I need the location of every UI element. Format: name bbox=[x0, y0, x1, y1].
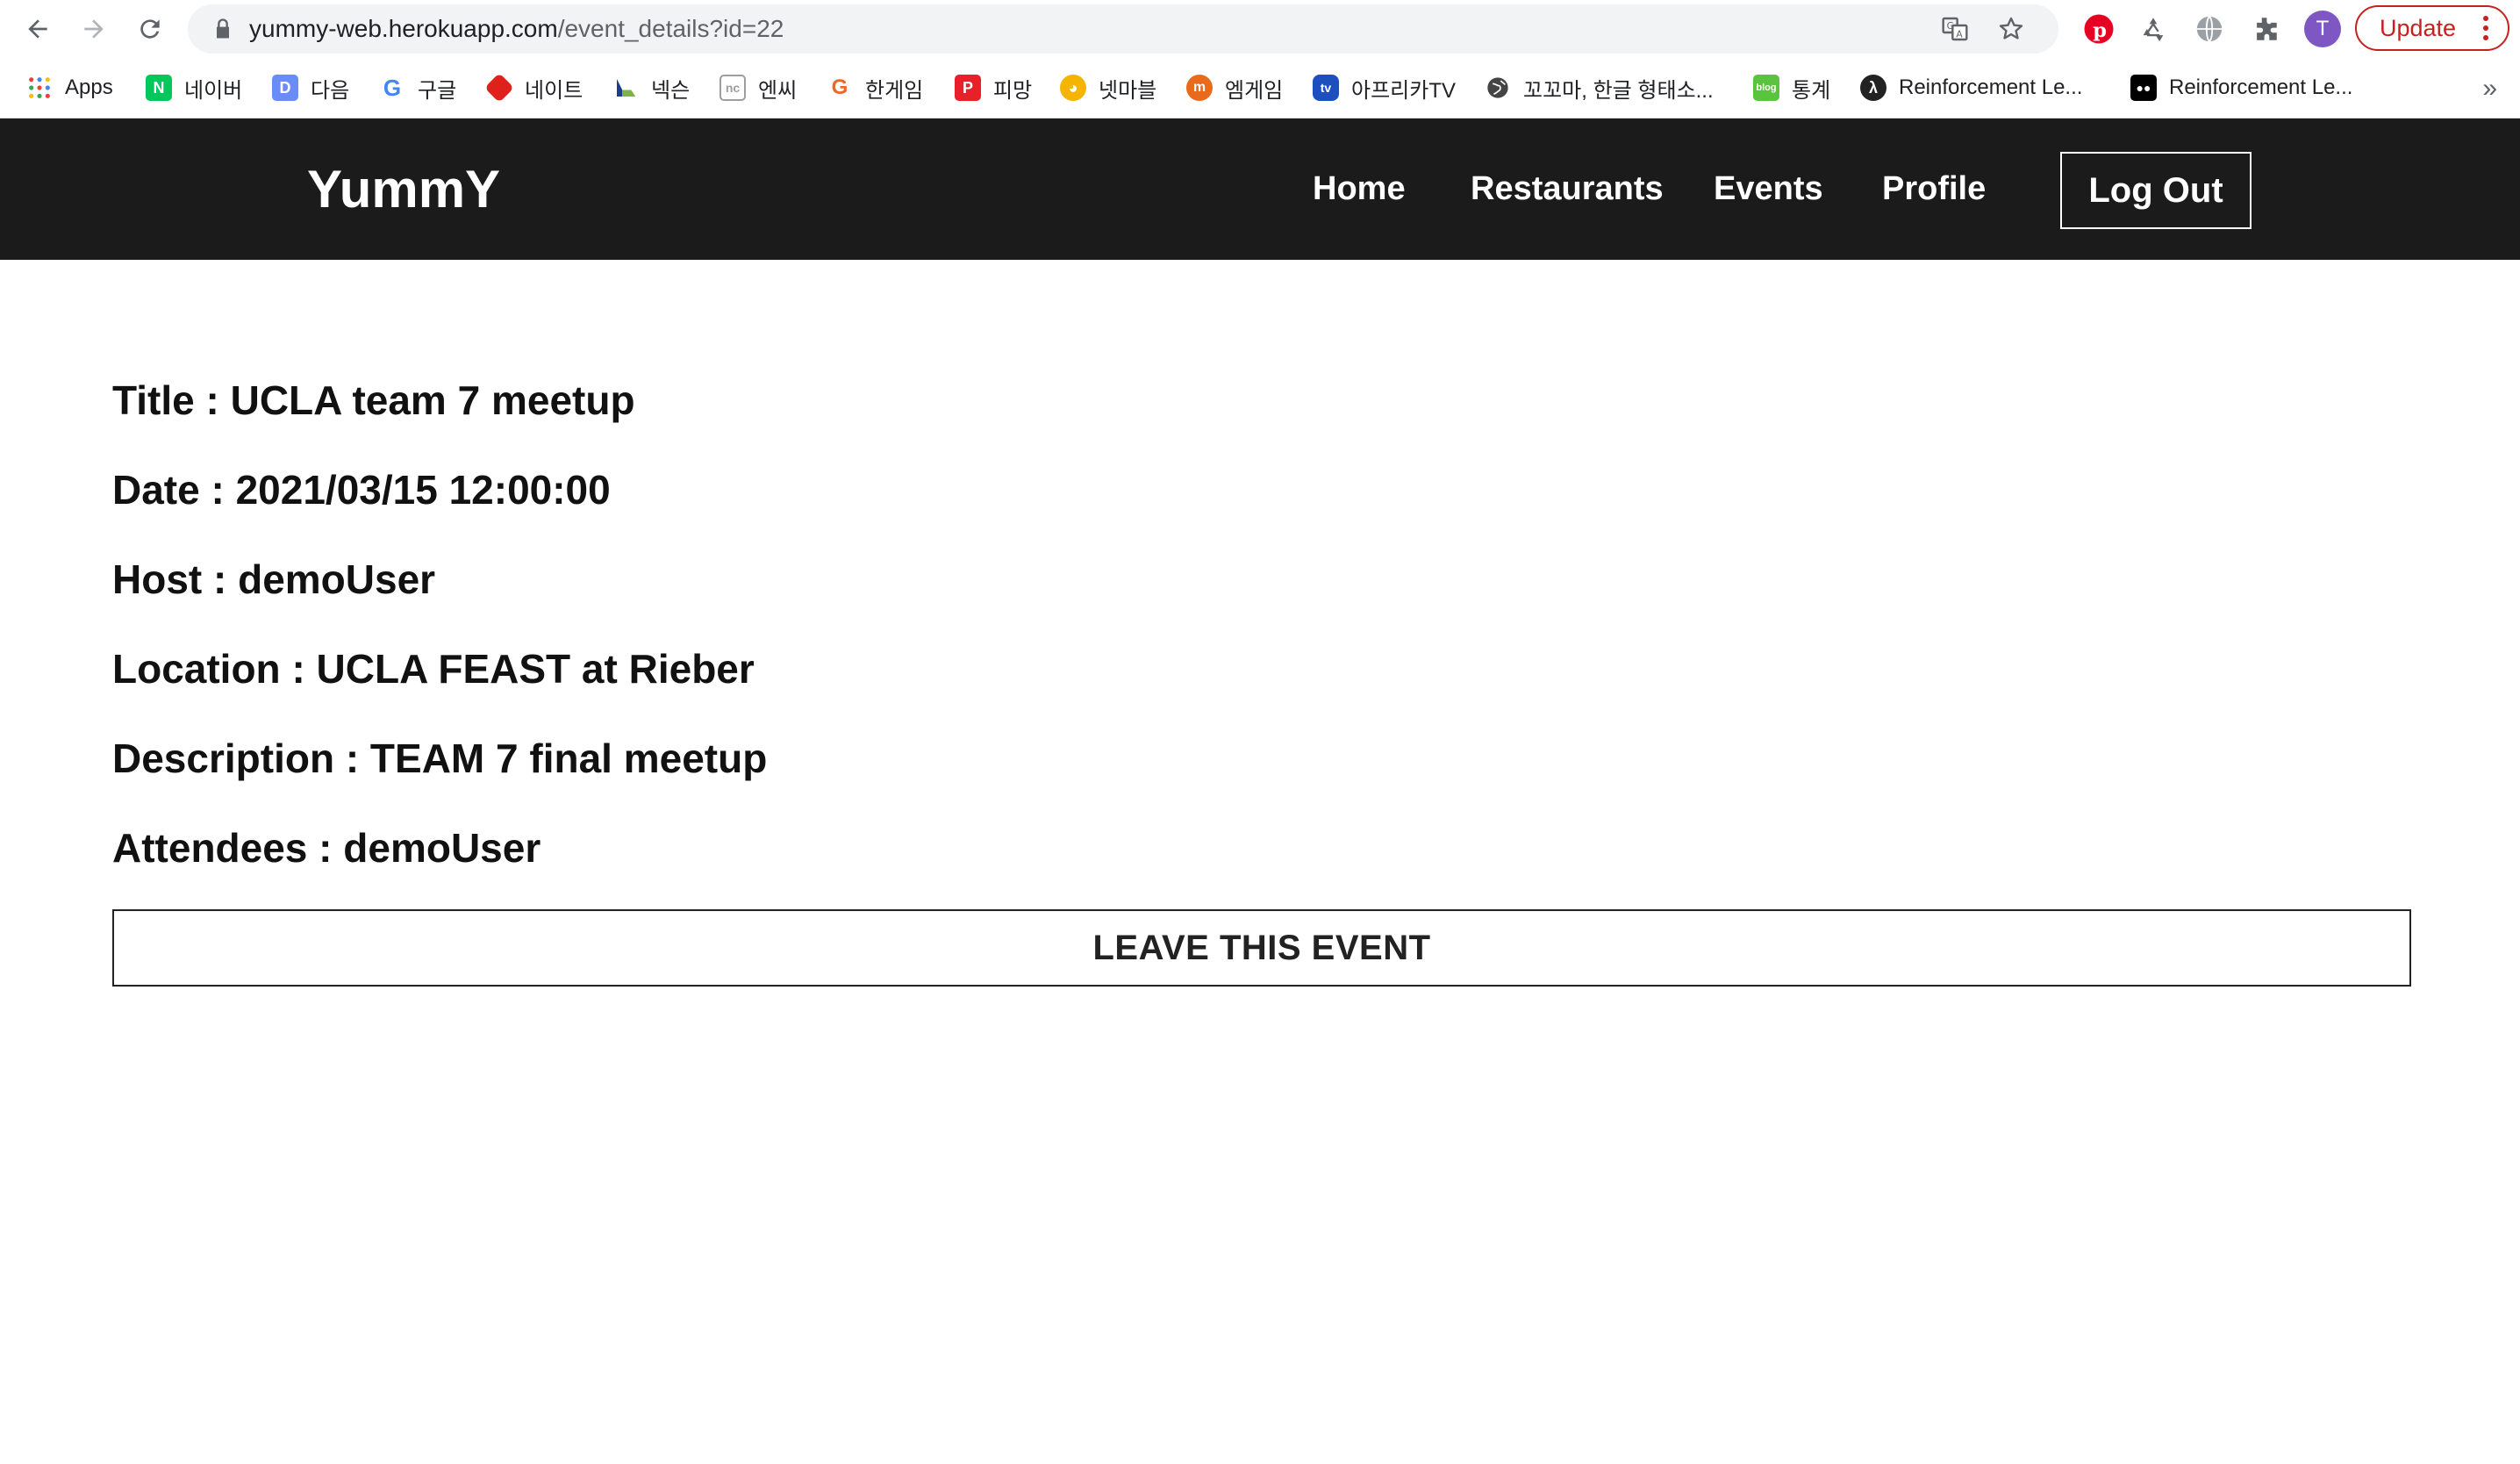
bookmark-netmarble[interactable]: ◕ 넷마블 bbox=[1060, 58, 1156, 118]
bookmark-nexon[interactable]: 넥슨 bbox=[612, 58, 690, 118]
site-brand[interactable]: YummY bbox=[307, 118, 500, 260]
netmarble-icon: ◕ bbox=[1060, 75, 1086, 101]
url-host: yummy-web.herokuapp.com bbox=[249, 15, 558, 42]
bookmark-label: 엠게임 bbox=[1225, 78, 1284, 103]
event-host: Host : demoUser bbox=[112, 556, 436, 602]
back-button[interactable] bbox=[18, 9, 58, 49]
bookmarks-bar: Apps N 네이버 D 다음 G 구글 네이트 넥슨 nc 엔씨 G 한게임 … bbox=[0, 58, 2520, 118]
forward-button[interactable] bbox=[74, 9, 114, 49]
pmang-icon: P bbox=[955, 75, 981, 101]
bookmark-nate[interactable]: 네이트 bbox=[484, 58, 583, 118]
url-text: yummy-web.herokuapp.com/event_details?id… bbox=[249, 4, 784, 54]
translate-icon[interactable]: GA bbox=[1941, 15, 1969, 43]
bookmark-label: 한게임 bbox=[865, 78, 924, 103]
logout-button[interactable]: Log Out bbox=[2060, 152, 2252, 229]
event-attendees: Attendees : demoUser bbox=[112, 825, 541, 871]
bookmark-rl-1[interactable]: λ Reinforcement Le... bbox=[1860, 58, 2082, 118]
bookmarks-overflow-icon[interactable]: » bbox=[2482, 74, 2497, 104]
leave-event-button[interactable]: LEAVE THIS EVENT bbox=[112, 909, 2411, 987]
profile-avatar[interactable]: T bbox=[2304, 11, 2341, 47]
svg-text:A: A bbox=[1956, 28, 1963, 39]
update-button[interactable]: Update bbox=[2355, 5, 2509, 51]
url-path: /event_details?id=22 bbox=[557, 15, 784, 42]
bookmark-label: Reinforcement Le... bbox=[1899, 75, 2083, 99]
bookmark-daum[interactable]: D 다음 bbox=[272, 58, 349, 118]
medium-icon: ●● bbox=[2130, 75, 2157, 101]
apps-grid-icon bbox=[26, 75, 53, 101]
nexon-icon bbox=[612, 75, 639, 101]
bookmark-label: 구글 bbox=[418, 78, 457, 103]
nav-profile[interactable]: Profile bbox=[1882, 118, 1986, 260]
nate-icon bbox=[484, 73, 514, 103]
bookmark-label: 넷마블 bbox=[1099, 78, 1157, 103]
reload-button[interactable] bbox=[130, 9, 170, 49]
bookmark-mgame[interactable]: m 엠게임 bbox=[1186, 58, 1283, 118]
svg-text:G: G bbox=[1947, 20, 1954, 32]
bookmark-label: 통계 bbox=[1792, 78, 1831, 103]
forward-arrow-icon bbox=[84, 19, 104, 39]
bookmark-label: 네이버 bbox=[184, 78, 243, 103]
bookmark-hangame[interactable]: G 한게임 bbox=[827, 58, 924, 118]
extensions-puzzle-icon[interactable] bbox=[2248, 11, 2283, 47]
site-navbar: YummY Home Restaurants Events Profile Lo… bbox=[0, 118, 2520, 260]
bookmark-google[interactable]: G 구글 bbox=[379, 58, 456, 118]
bookmark-label: 다음 bbox=[311, 78, 350, 103]
event-location: Location : UCLA FEAST at Rieber bbox=[112, 646, 755, 692]
bookmark-label: 피망 bbox=[993, 78, 1033, 103]
lambda-icon: λ bbox=[1860, 75, 1886, 101]
svg-text:p: p bbox=[2093, 19, 2107, 42]
browser-toolbar: yummy-web.herokuapp.com/event_details?id… bbox=[0, 0, 2520, 58]
bookmark-label: Apps bbox=[65, 75, 113, 99]
hangame-icon: G bbox=[831, 75, 848, 99]
bookmark-label: 네이트 bbox=[525, 78, 583, 103]
bookmark-label: 엔씨 bbox=[758, 78, 798, 103]
daum-icon: D bbox=[272, 75, 298, 101]
event-date: Date : 2021/03/15 12:00:00 bbox=[112, 467, 611, 513]
update-label: Update bbox=[2380, 15, 2457, 41]
event-details: Title : UCLA team 7 meetup Date : 2021/0… bbox=[112, 355, 2411, 893]
bookmark-label: Reinforcement Le... bbox=[2169, 75, 2353, 99]
bookmark-label: 넥슨 bbox=[651, 78, 691, 103]
bookmark-rl-2[interactable]: ●● Reinforcement Le... bbox=[2130, 58, 2352, 118]
google-icon: G bbox=[383, 74, 402, 101]
bookmark-stats[interactable]: blog 통계 bbox=[1753, 58, 1830, 118]
blog-icon: blog bbox=[1753, 75, 1779, 101]
naver-icon: N bbox=[146, 75, 172, 101]
back-arrow-icon bbox=[28, 19, 47, 39]
bookmark-apps[interactable]: Apps bbox=[26, 58, 113, 118]
mgame-icon: m bbox=[1186, 75, 1213, 101]
globe-extension-icon[interactable] bbox=[2192, 11, 2227, 47]
ncsoft-icon: nc bbox=[719, 75, 746, 101]
bookmark-pmang[interactable]: P 피망 bbox=[955, 58, 1032, 118]
nav-events[interactable]: Events bbox=[1714, 118, 1823, 260]
globe-icon bbox=[1485, 75, 1511, 101]
kebab-menu-icon bbox=[2483, 16, 2488, 40]
bookmark-ncsoft[interactable]: nc 엔씨 bbox=[719, 58, 797, 118]
bookmark-kkma[interactable]: 꼬꼬마, 한글 형태소... bbox=[1485, 58, 1714, 118]
event-title: Title : UCLA team 7 meetup bbox=[112, 377, 635, 423]
bookmark-naver[interactable]: N 네이버 bbox=[146, 58, 242, 118]
bookmark-star-icon[interactable] bbox=[1997, 15, 2025, 43]
bookmark-label: 꼬꼬마, 한글 형태소... bbox=[1523, 78, 1714, 103]
address-bar[interactable]: yummy-web.herokuapp.com/event_details?id… bbox=[188, 4, 2058, 54]
bookmark-label: 아프리카TV bbox=[1351, 78, 1456, 103]
pinterest-icon[interactable]: p bbox=[2081, 11, 2116, 47]
reload-icon bbox=[140, 19, 160, 39]
afreecatv-icon: tv bbox=[1313, 75, 1339, 101]
recycle-icon[interactable] bbox=[2136, 11, 2171, 47]
nav-restaurants[interactable]: Restaurants bbox=[1471, 118, 1664, 260]
lock-icon bbox=[217, 18, 229, 39]
event-description: Description : TEAM 7 final meetup bbox=[112, 736, 768, 781]
nav-home[interactable]: Home bbox=[1313, 118, 1406, 260]
bookmark-afreecatv[interactable]: tv 아프리카TV bbox=[1313, 58, 1456, 118]
